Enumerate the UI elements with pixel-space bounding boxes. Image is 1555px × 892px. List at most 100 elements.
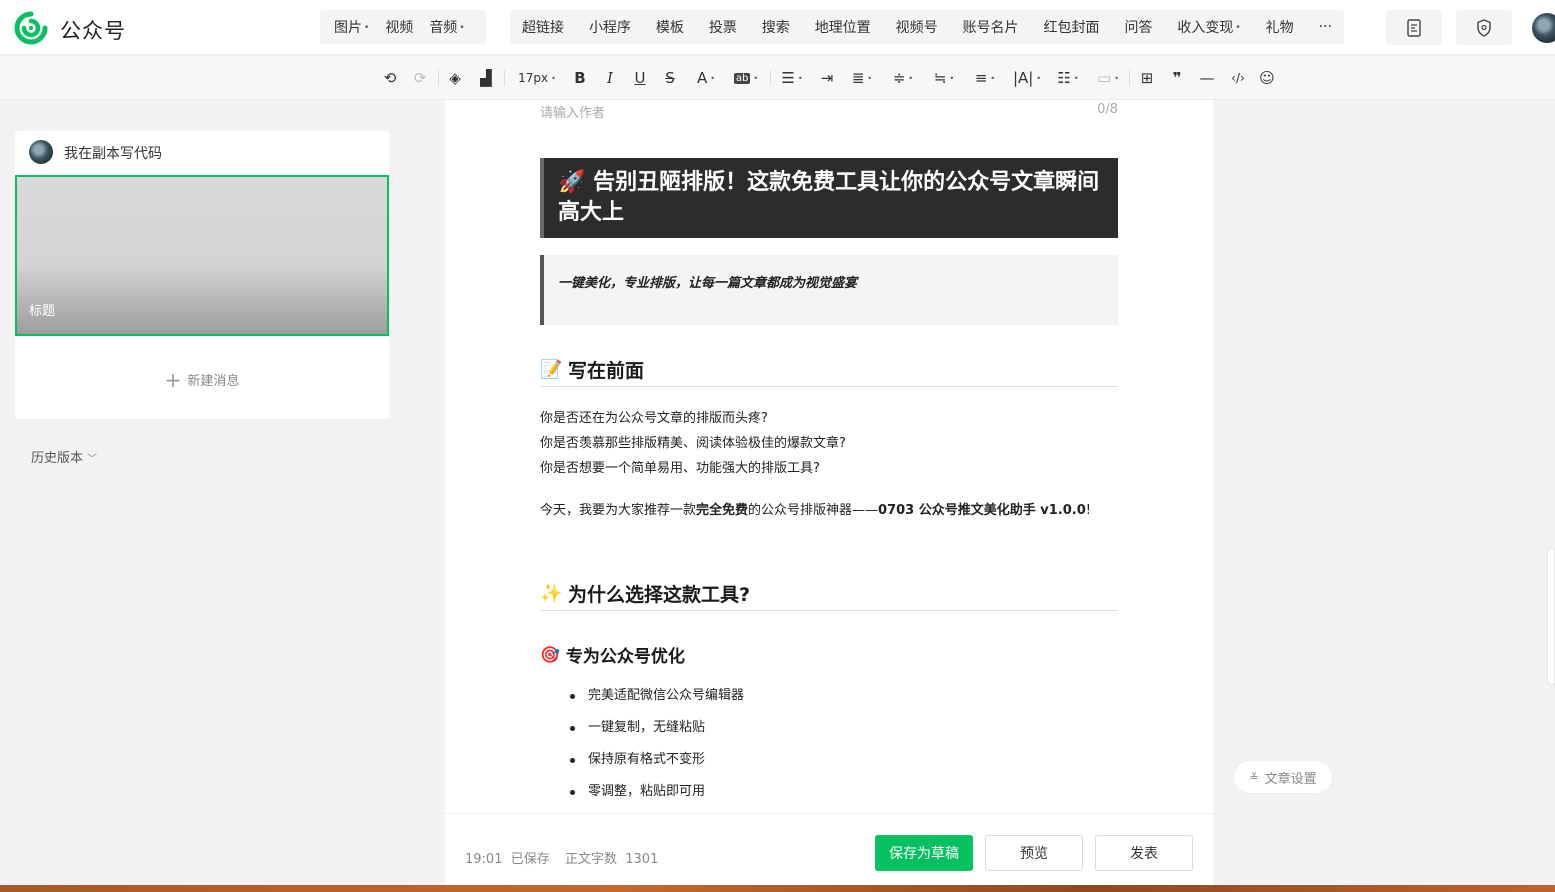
action-bar: 19:01 已保存 正文字数 1301 保存为草稿 预览 发表 bbox=[445, 813, 1213, 885]
more-options-button[interactable]: ··· bbox=[1313, 19, 1338, 35]
rocket-icon: 🚀 bbox=[558, 170, 586, 195]
author-input[interactable]: 请输入作者 bbox=[540, 102, 605, 121]
insert-channels-button[interactable]: 视频号 bbox=[890, 17, 944, 37]
float-select[interactable]: ▭ • bbox=[1094, 66, 1122, 90]
insert-miniprogram-button[interactable]: 小程序 bbox=[583, 17, 637, 37]
intro-line: 你是否想要一个简单易用、功能强大的排版工具? bbox=[540, 461, 820, 476]
save-draft-button[interactable]: 保存为草稿 bbox=[875, 835, 973, 871]
monetization-menu[interactable]: 收入变现 • bbox=[1171, 17, 1246, 37]
security-button[interactable] bbox=[1456, 10, 1512, 45]
line-height-select[interactable]: ≡ • bbox=[970, 66, 1000, 90]
font-color-icon: A bbox=[697, 69, 708, 87]
insert-account-card-button[interactable]: 账号名片 bbox=[957, 17, 1025, 37]
caret-down-icon: • bbox=[459, 23, 465, 33]
top-bar: 公众号 图片 • 视频 音频 • 超链接 小程序 模板 投票 搜索 地理位置 视频号… bbox=[0, 0, 1555, 55]
wechat-mp-logo-icon[interactable] bbox=[14, 11, 48, 45]
memo-icon: 📝 bbox=[540, 359, 563, 380]
underline-button[interactable]: U bbox=[630, 66, 650, 90]
caret-down-icon: • bbox=[1036, 73, 1042, 83]
intro-line: 你是否还在为公众号文章的排版而头疼? bbox=[540, 411, 768, 426]
bold-icon: B bbox=[574, 69, 586, 87]
new-message-button[interactable]: + 新建消息 bbox=[15, 368, 389, 392]
undo-button[interactable]: ⟲ bbox=[380, 66, 400, 90]
history-label: 历史版本 bbox=[31, 451, 84, 466]
redo-button[interactable]: ⟳ bbox=[410, 66, 430, 90]
insert-table-button[interactable]: ⊞ bbox=[1137, 66, 1157, 90]
section-heading-why[interactable]: ✨ 为什么选择这款工具? bbox=[540, 577, 1118, 611]
caret-down-icon: • bbox=[753, 73, 759, 83]
history-version-toggle[interactable]: 历史版本 ﹀ bbox=[31, 447, 97, 466]
caret-down-icon: • bbox=[990, 73, 996, 83]
bold-button[interactable]: B bbox=[570, 66, 590, 90]
highlight-icon: ab bbox=[733, 72, 751, 84]
font-size-select[interactable]: 17px • bbox=[514, 66, 560, 90]
feature-list[interactable]: 完美适配微信公众号编辑器 一键复制，无缝粘贴 保持原有格式不变形 零调整，粘贴即… bbox=[570, 686, 744, 813]
horizontal-rule-icon: — bbox=[1199, 69, 1215, 87]
blockquote-text: 一键美化，专业排版，让每一篇文章都成为视觉盛宴 bbox=[558, 276, 858, 291]
insert-template-button[interactable]: 模板 bbox=[650, 17, 690, 37]
preview-button[interactable]: 预览 bbox=[985, 835, 1083, 871]
format-painter-button[interactable]: ◈ bbox=[445, 66, 465, 90]
font-size-value: 17px bbox=[518, 71, 549, 85]
highlight-color-select[interactable]: ab • bbox=[731, 66, 761, 90]
insert-redpacket-cover-button[interactable]: 红包封面 bbox=[1038, 17, 1106, 37]
letter-spacing-select[interactable]: |A| • bbox=[1011, 66, 1043, 90]
caret-down-icon: • bbox=[867, 73, 873, 83]
font-color-select[interactable]: A • bbox=[692, 66, 720, 90]
first-line-indent-select[interactable]: ≣ • bbox=[847, 66, 877, 90]
insert-emoji-button[interactable]: ☺ bbox=[1257, 66, 1277, 90]
insert-image-label: 图片 bbox=[334, 20, 362, 36]
insert-location-button[interactable]: 地理位置 bbox=[809, 17, 877, 37]
intro-paragraph[interactable]: 你是否还在为公众号文章的排版而头疼? 你是否羡慕那些排版精美、阅读体验极佳的爆款… bbox=[540, 406, 1118, 481]
insert-audio-menu[interactable]: 音频 • bbox=[421, 17, 472, 37]
section-heading-intro[interactable]: 📝 写在前面 bbox=[540, 353, 1118, 387]
horizontal-rule-button[interactable]: — bbox=[1197, 66, 1217, 90]
caret-down-icon: • bbox=[908, 73, 914, 83]
insert-gift-button[interactable]: 礼物 bbox=[1260, 17, 1300, 37]
blockquote-button[interactable]: ❞ bbox=[1167, 66, 1187, 90]
hero-title-text: 告别丑陋排版！这款免费工具让你的公众号文章瞬间高大上 bbox=[558, 170, 1100, 225]
eraser-icon: ▟ bbox=[480, 69, 492, 87]
user-avatar[interactable] bbox=[1532, 13, 1555, 43]
insert-qa-button[interactable]: 问答 bbox=[1118, 17, 1158, 37]
paragraph-spacing-before-select[interactable]: ≑ • bbox=[889, 66, 917, 90]
clear-format-button[interactable]: ▟ bbox=[476, 66, 496, 90]
insert-hyperlink-button[interactable]: 超链接 bbox=[516, 17, 570, 37]
align-select[interactable]: ☰ • bbox=[778, 66, 806, 90]
paragraph-spacing-after-select[interactable]: ≒ • bbox=[929, 66, 959, 90]
article-settings-label: 文章设置 bbox=[1264, 771, 1317, 787]
insert-video-menu[interactable]: 视频 bbox=[377, 17, 421, 37]
article-editor[interactable]: 请输入作者 0/8 🚀 告别丑陋排版！这款免费工具让你的公众号文章瞬间高大上 一… bbox=[445, 100, 1213, 813]
indent-icon: ⇥ bbox=[820, 69, 834, 87]
list-select[interactable]: ☷ • bbox=[1054, 66, 1082, 90]
document-icon bbox=[1407, 18, 1421, 37]
side-panel-handle[interactable] bbox=[1547, 548, 1555, 685]
subtitle-blockquote[interactable]: 一键美化，专业排版，让每一篇文章都成为视觉盛宴 bbox=[540, 255, 1118, 325]
insert-vote-button[interactable]: 投票 bbox=[703, 17, 743, 37]
indent-button[interactable]: ⇥ bbox=[817, 66, 837, 90]
insert-image-menu[interactable]: 图片 • bbox=[326, 17, 377, 37]
double-chevron-down-icon: ≚ bbox=[1249, 770, 1259, 784]
letter-spacing-icon: |A| bbox=[1012, 69, 1034, 87]
thumbnail-title: 标题 bbox=[29, 304, 56, 319]
toolbar-divider bbox=[438, 70, 439, 86]
para-text: 今天，我要为大家推荐一款 bbox=[540, 503, 697, 518]
section-heading-text: 为什么选择这款工具? bbox=[568, 584, 751, 606]
article-thumbnail[interactable]: 标题 bbox=[15, 175, 389, 336]
article-hero-heading[interactable]: 🚀 告别丑陋排版！这款免费工具让你的公众号文章瞬间高大上 bbox=[540, 158, 1118, 238]
recommend-paragraph[interactable]: 今天，我要为大家推荐一款完全免费的公众号排版神器——0703 公众号推文美化助手… bbox=[540, 498, 1118, 523]
document-list-button[interactable] bbox=[1386, 10, 1442, 45]
italic-button[interactable]: I bbox=[600, 66, 620, 90]
media-insert-group: 图片 • 视频 音频 • bbox=[320, 10, 486, 44]
insert-search-button[interactable]: 搜索 bbox=[756, 17, 796, 37]
publish-button[interactable]: 发表 bbox=[1095, 835, 1193, 871]
insert-code-button[interactable]: ‹/› bbox=[1227, 66, 1249, 90]
sparkles-icon: ✨ bbox=[540, 583, 563, 604]
subsection-heading[interactable]: 🎯 专为公众号优化 bbox=[540, 642, 685, 667]
insert-audio-label: 音频 bbox=[429, 20, 458, 36]
strikethrough-button[interactable]: S bbox=[660, 66, 680, 90]
brand-title: 公众号 bbox=[60, 19, 126, 43]
article-settings-button[interactable]: ≚ 文章设置 bbox=[1233, 760, 1333, 794]
align-left-icon: ☰ bbox=[781, 69, 795, 87]
article-list-card: 我在副本写代码 标题 + 新建消息 bbox=[15, 131, 389, 419]
